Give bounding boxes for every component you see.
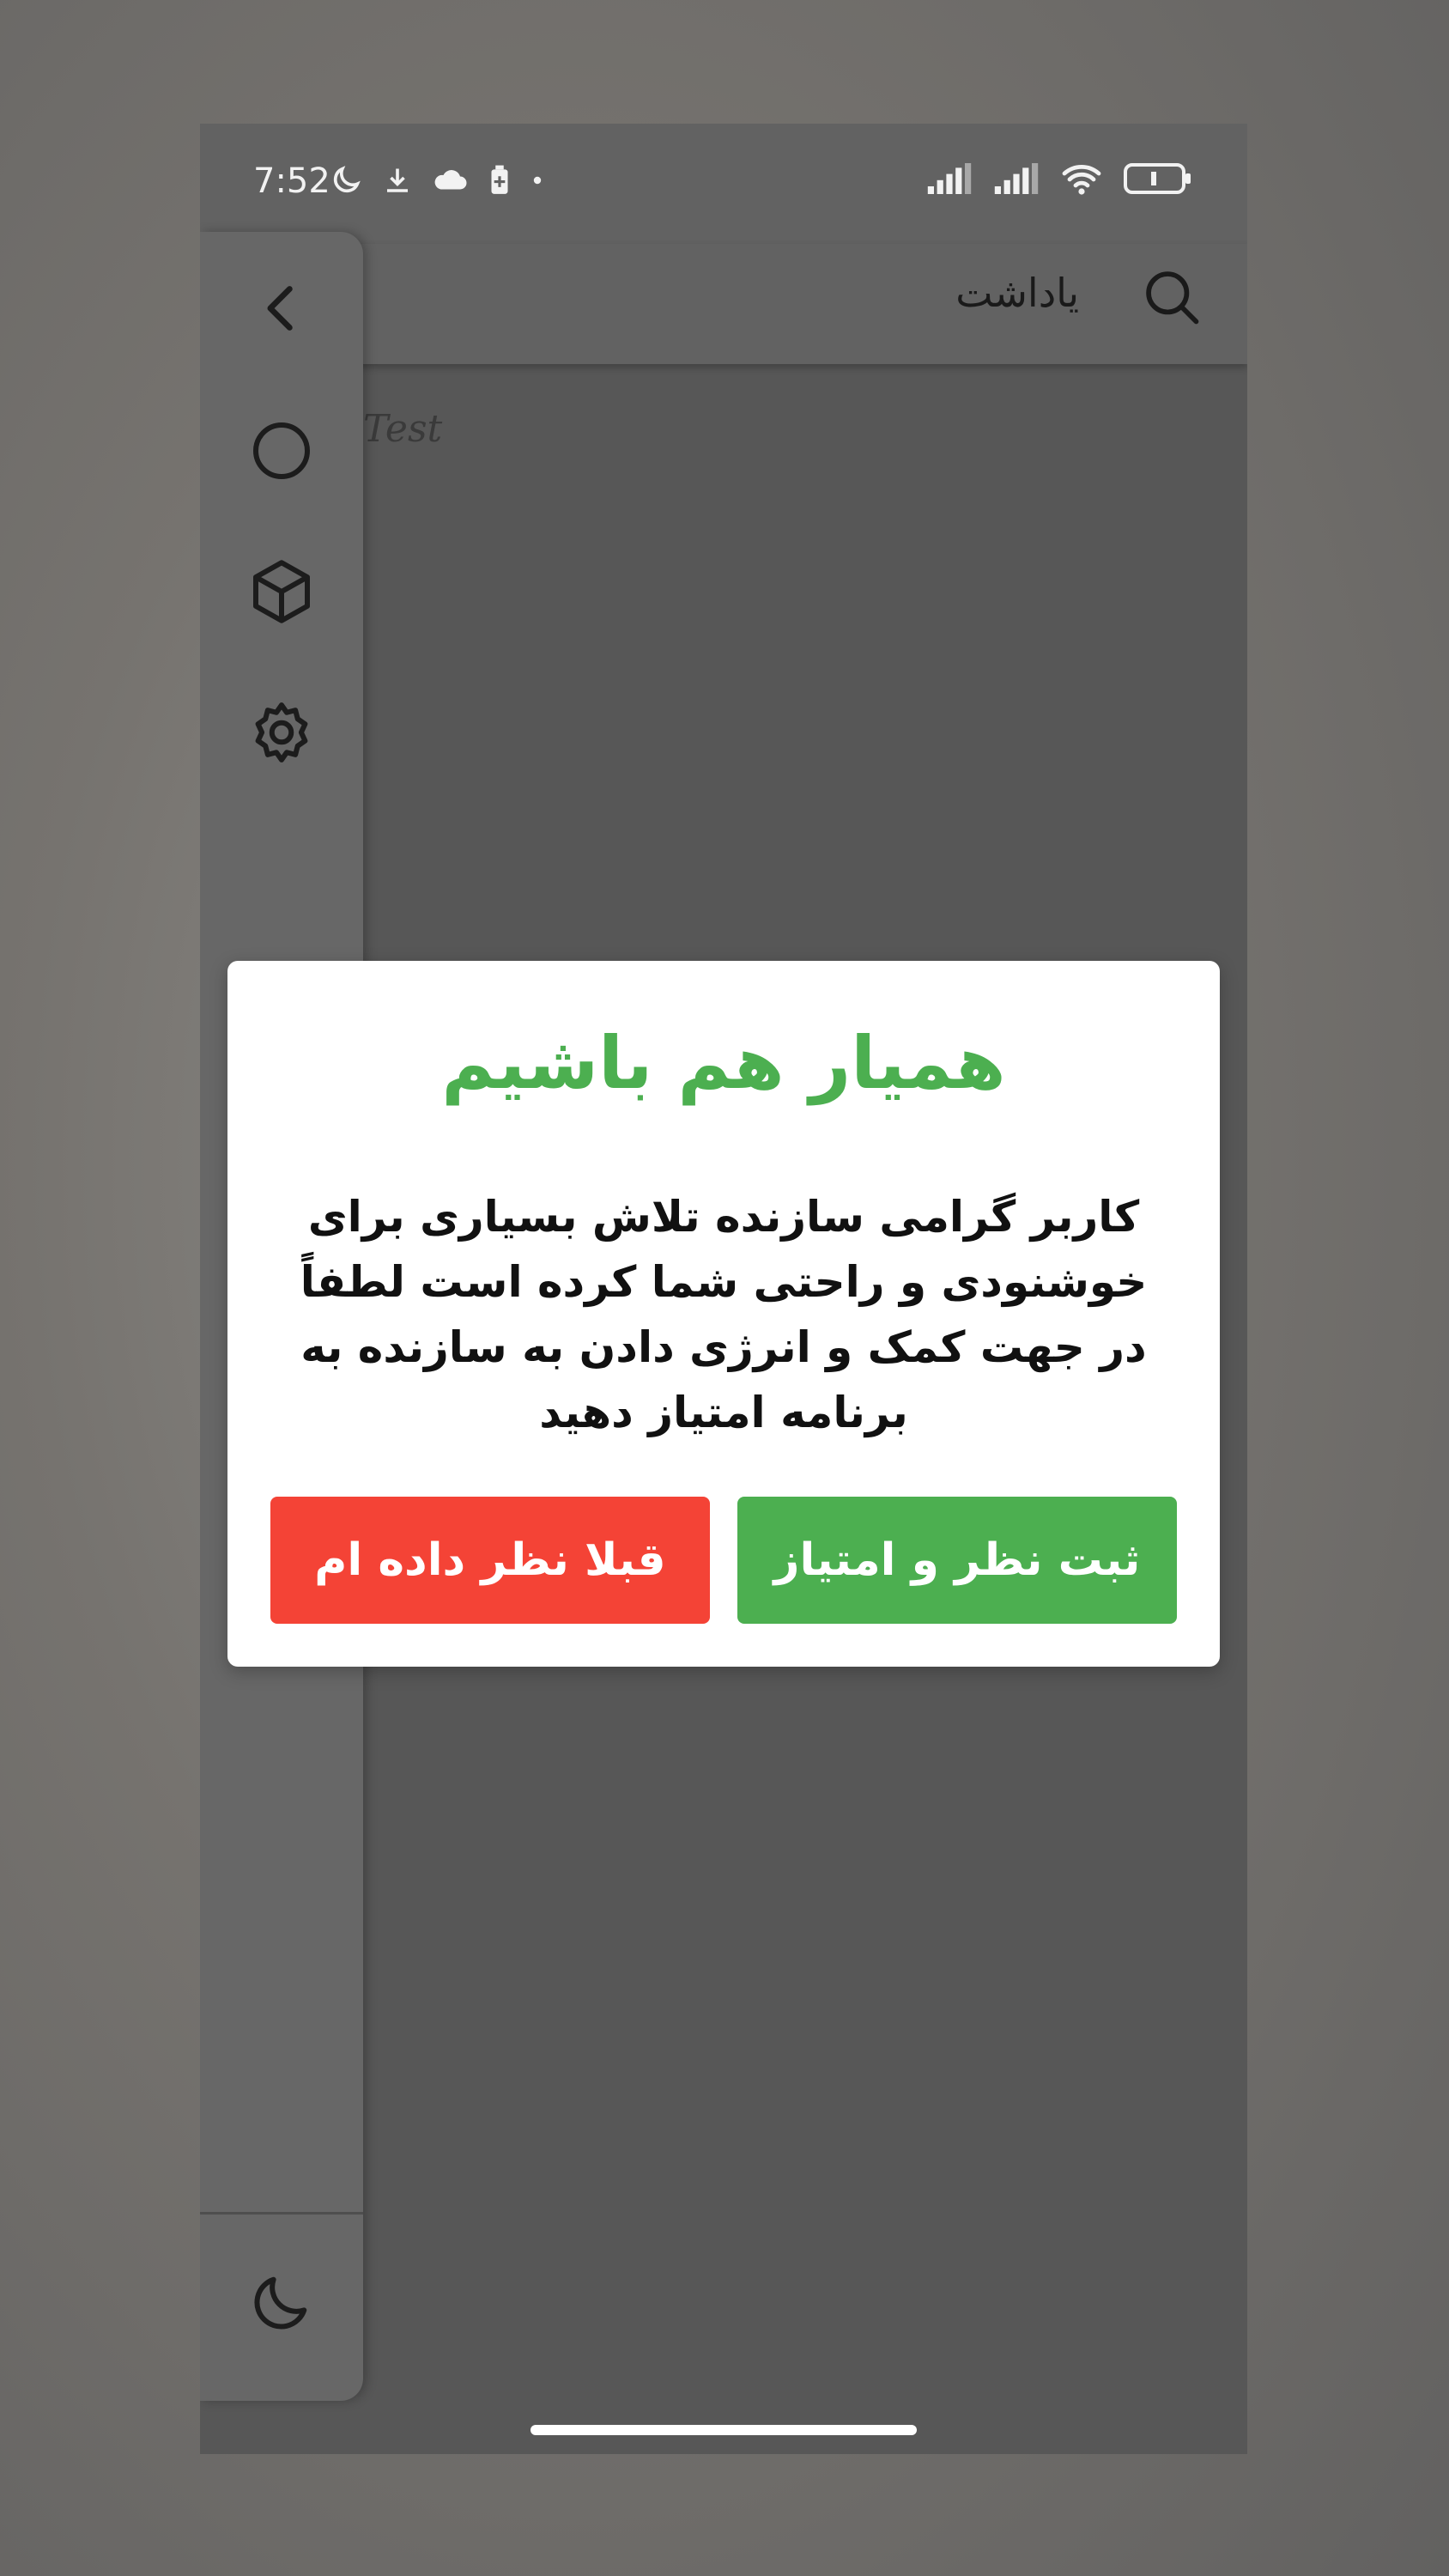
app-title: یاداشت — [955, 270, 1079, 316]
home-indicator[interactable] — [530, 2425, 917, 2435]
dialog-title: همیار هم باشیم — [441, 1021, 1006, 1105]
signal-icon — [994, 163, 1039, 194]
download-icon — [387, 168, 408, 192]
battery-saver-icon — [491, 165, 508, 194]
battery-icon — [1124, 163, 1191, 194]
signal-icon — [927, 163, 972, 194]
note-item[interactable]: Test — [363, 407, 442, 451]
wifi-icon — [1062, 164, 1101, 195]
cloud-icon — [434, 170, 467, 190]
dot-icon — [533, 176, 542, 185]
rate-button[interactable]: ثبت نظر و امتیاز — [737, 1497, 1177, 1624]
status-time: 7:52 — [253, 161, 330, 201]
circle-icon[interactable] — [243, 412, 320, 489]
chevron-left-icon[interactable] — [243, 270, 320, 347]
moon-icon[interactable] — [243, 2263, 320, 2341]
drawer-divider — [200, 2212, 363, 2215]
status-icons-left — [329, 163, 543, 197]
status-bar: 7:52 — [200, 124, 1247, 244]
gear-icon[interactable] — [243, 694, 320, 771]
rating-dialog: همیار هم باشیم کاربر گرامی سازنده تلاش ب… — [227, 961, 1220, 1667]
already-rated-button[interactable]: قبلا نظر داده ام — [270, 1497, 710, 1624]
moon-icon — [333, 166, 361, 193]
search-icon[interactable] — [1139, 264, 1204, 330]
dialog-message: کاربر گرامی سازنده تلاش بسیاری برای خوشن… — [300, 1192, 1148, 1437]
cube-icon[interactable] — [243, 553, 320, 630]
status-icons-right — [926, 161, 1192, 196]
